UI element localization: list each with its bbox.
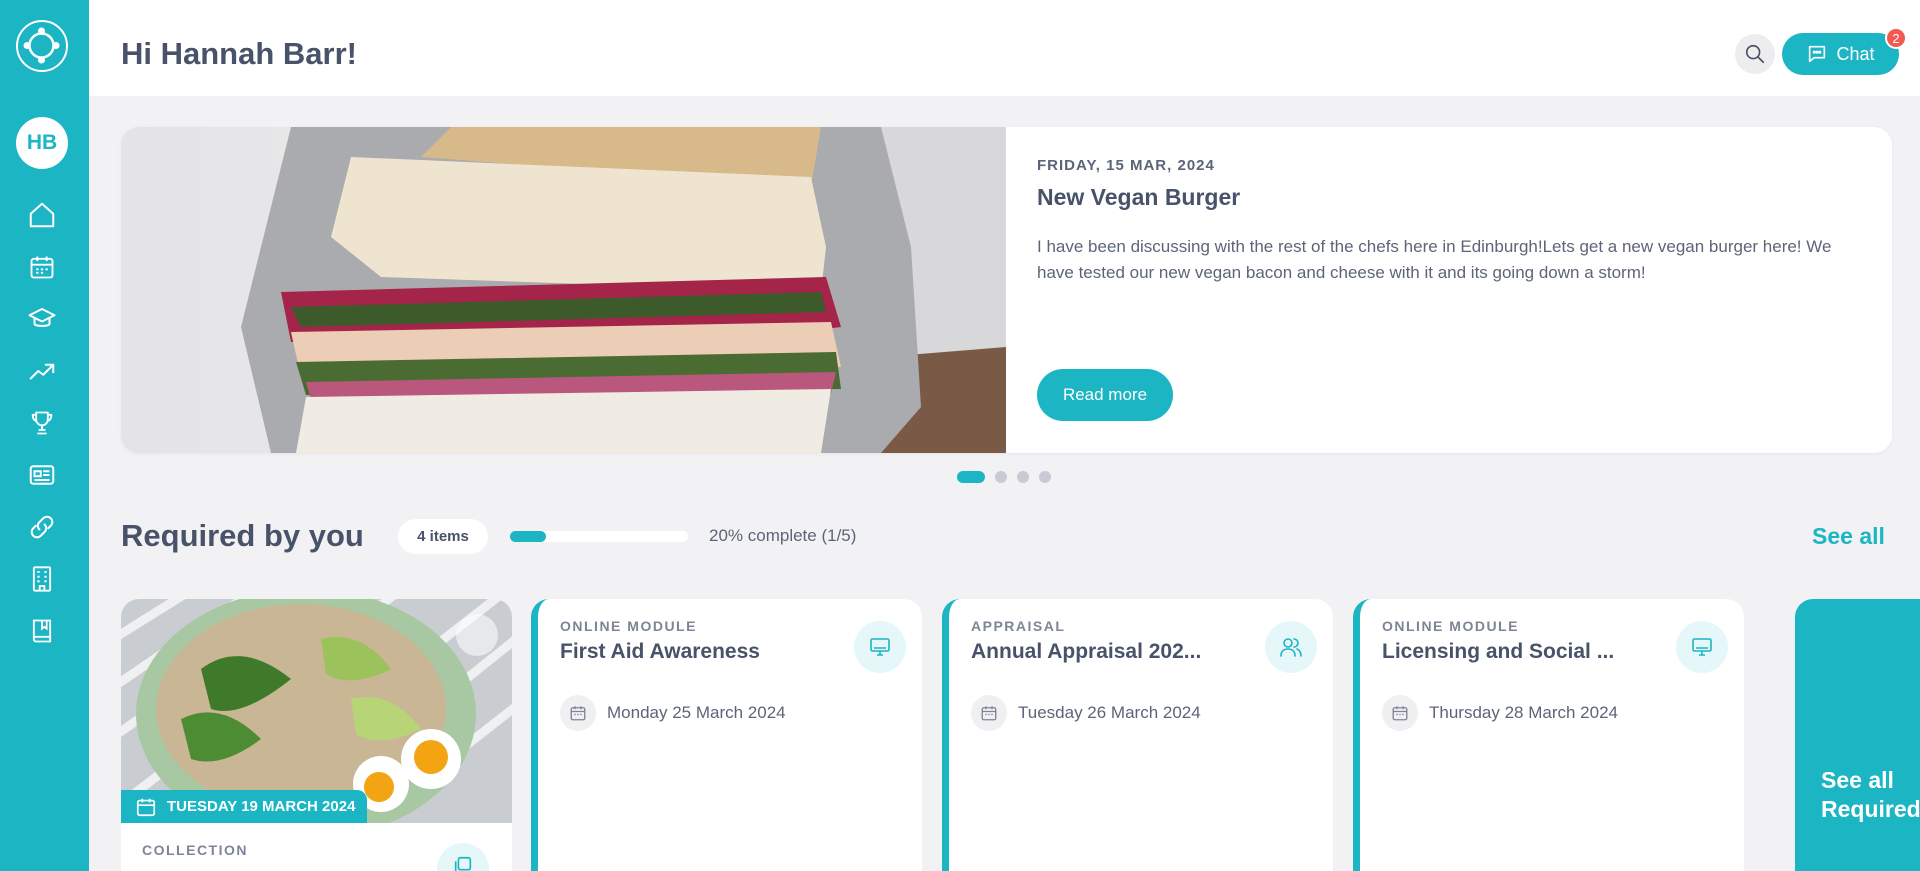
card-type-label: ONLINE MODULE xyxy=(560,618,697,634)
chat-button[interactable]: Chat xyxy=(1782,33,1899,75)
search-button[interactable] xyxy=(1735,34,1775,74)
collection-date-tag: TUESDAY 19 MARCH 2024 xyxy=(121,790,368,823)
appraisal-card[interactable]: APPRAISAL Annual Appraisal 202... Tuesda… xyxy=(942,599,1333,871)
top-header: Hi Hannah Barr! xyxy=(89,0,1920,96)
search-icon xyxy=(1745,44,1765,64)
building-icon[interactable] xyxy=(24,561,60,597)
page-title: Hi Hannah Barr! xyxy=(121,36,357,71)
module-card[interactable]: ONLINE MODULE First Aid Awareness Monday… xyxy=(531,599,922,871)
carousel-dot[interactable] xyxy=(1017,471,1029,483)
news-image xyxy=(121,127,1006,453)
card-type-label: ONLINE MODULE xyxy=(1382,618,1519,634)
collection-stack-icon xyxy=(437,843,489,871)
read-more-button[interactable]: Read more xyxy=(1037,369,1173,421)
calendar-icon[interactable] xyxy=(24,249,60,285)
items-count-badge: 4 items xyxy=(398,519,488,554)
section-title-required: Required by you xyxy=(121,518,364,553)
see-all-line-1: See all xyxy=(1821,767,1894,793)
card-title: First Aid Awareness xyxy=(560,640,760,663)
graduation-cap-icon[interactable] xyxy=(24,301,60,337)
chat-unread-badge: 2 xyxy=(1885,27,1907,49)
card-type-label: COLLECTION xyxy=(142,842,248,858)
card-due-date: Thursday 28 March 2024 xyxy=(1429,703,1618,722)
card-title: Annual Appraisal 202... xyxy=(971,640,1202,663)
users-icon xyxy=(1265,621,1317,673)
newspaper-icon[interactable] xyxy=(24,457,60,493)
progress-bar xyxy=(510,531,688,542)
carousel-dot[interactable] xyxy=(1039,471,1051,483)
chat-bubble-icon xyxy=(1809,45,1826,63)
chat-label: Chat xyxy=(1836,43,1875,64)
calendar-icon xyxy=(971,695,1007,731)
card-title: Licensing and Social ... xyxy=(1382,640,1615,663)
see-all-line-2: Required xyxy=(1821,796,1920,822)
news-date: FRIDAY, 15 MAR, 2024 xyxy=(1037,157,1215,174)
progress-bar-fill xyxy=(510,531,546,542)
card-due-date: Tuesday 26 March 2024 xyxy=(1018,703,1201,722)
see-all-required-card[interactable]: See all Required xyxy=(1795,599,1920,871)
avatar[interactable]: HB xyxy=(16,117,68,169)
carousel-dot[interactable] xyxy=(957,471,985,483)
card-type-label: APPRAISAL xyxy=(971,618,1066,634)
book-icon[interactable] xyxy=(24,613,60,649)
monitor-icon xyxy=(1676,621,1728,673)
see-all-link[interactable]: See all xyxy=(1812,523,1885,550)
calendar-icon xyxy=(136,798,156,816)
calendar-icon xyxy=(560,695,596,731)
collection-card[interactable]: TUESDAY 19 MARCH 2024 COLLECTION xyxy=(121,599,512,871)
news-carousel-slide[interactable]: FRIDAY, 15 MAR, 2024 New Vegan Burger I … xyxy=(121,127,1892,453)
home-icon[interactable] xyxy=(24,197,60,233)
trending-up-icon[interactable] xyxy=(24,353,60,389)
favourite-button[interactable] xyxy=(456,614,498,656)
carousel-dot[interactable] xyxy=(995,471,1007,483)
card-due-date: Monday 25 March 2024 xyxy=(607,703,786,722)
trophy-icon[interactable] xyxy=(24,405,60,441)
link-icon[interactable] xyxy=(24,509,60,545)
collection-date: TUESDAY 19 MARCH 2024 xyxy=(167,798,356,815)
module-card[interactable]: ONLINE MODULE Licensing and Social ... T… xyxy=(1353,599,1744,871)
calendar-icon xyxy=(1382,695,1418,731)
news-title: New Vegan Burger xyxy=(1037,184,1241,210)
progress-text: 20% complete (1/5) xyxy=(709,526,857,545)
news-body: I have been discussing with the rest of … xyxy=(1037,237,1832,282)
carousel-pagination xyxy=(957,471,1051,483)
see-all-required-label: See all Required xyxy=(1821,766,1920,824)
monitor-icon xyxy=(854,621,906,673)
sidebar: HB xyxy=(0,0,89,871)
app-logo[interactable] xyxy=(16,20,68,72)
